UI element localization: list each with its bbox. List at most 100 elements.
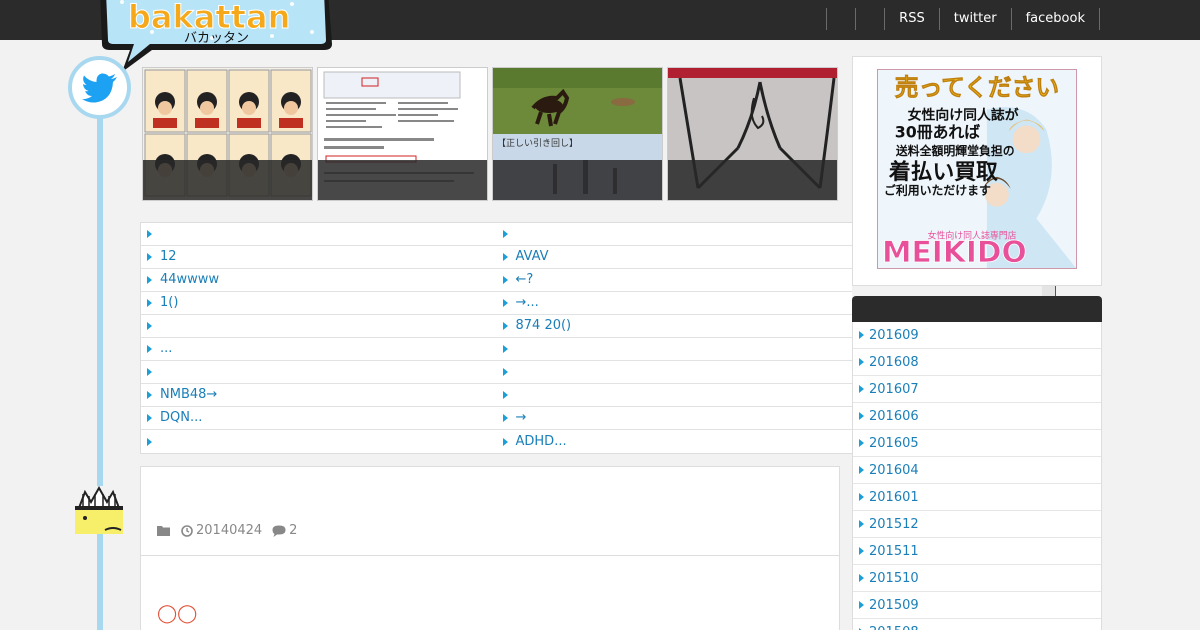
archive-item[interactable]: 201605 xyxy=(853,430,1101,457)
related-link[interactable]: 874 20() xyxy=(497,315,853,337)
sidebar-ad-box: 売ってください 女性向け同人誌が 30冊あれば 送料全額明輝堂負担の 着払い買取… xyxy=(852,56,1102,286)
triangle-bullet-icon xyxy=(502,345,508,353)
triangle-bullet-icon xyxy=(502,414,508,422)
triangle-bullet-icon xyxy=(502,437,508,446)
related-link[interactable]: ←? xyxy=(497,269,853,291)
thumb-caption-text: 【正しい引き回し】 xyxy=(497,138,578,149)
related-link[interactable] xyxy=(141,315,497,337)
site-logo[interactable]: bakattan バカッタン xyxy=(92,0,336,72)
triangle-bullet-icon xyxy=(859,412,864,420)
twitter-bird-icon xyxy=(81,72,117,103)
triangle-bullet-icon xyxy=(859,439,864,447)
table-row: 12 AVAV xyxy=(141,246,852,269)
related-link[interactable] xyxy=(497,338,853,360)
archive-item[interactable]: 201609 xyxy=(853,322,1101,349)
post-date-text: 20140424 xyxy=(196,523,263,538)
related-link[interactable]: AVAV xyxy=(497,246,853,268)
gallery-thumb-2[interactable] xyxy=(317,67,488,201)
triangle-bullet-icon xyxy=(502,299,508,307)
gallery-thumb-1[interactable] xyxy=(142,67,313,201)
related-link[interactable]: →... xyxy=(497,292,853,314)
triangle-bullet-icon xyxy=(147,276,152,284)
archive-item[interactable]: 201607 xyxy=(853,376,1101,403)
table-row: 1() →... xyxy=(141,292,852,315)
triangle-bullet-icon xyxy=(859,601,864,609)
triangle-bullet-icon xyxy=(147,437,152,446)
triangle-bullet-icon xyxy=(859,466,864,474)
twitter-badge[interactable] xyxy=(68,56,131,119)
related-link[interactable]: ... xyxy=(141,338,497,360)
nav-facebook[interactable]: facebook xyxy=(1010,8,1100,30)
article-card: 20140424 2 ◯◯ xyxy=(140,466,840,630)
comment-count[interactable]: 2 xyxy=(272,523,297,538)
triangle-bullet-icon xyxy=(147,368,152,376)
triangle-bullet-icon xyxy=(502,276,508,284)
triangle-bullet-icon xyxy=(502,322,508,330)
thumb-caption-overlay xyxy=(668,160,837,200)
related-link[interactable]: 44wwww xyxy=(141,269,497,291)
article-meta: 20140424 2 xyxy=(157,523,297,538)
table-row: NMB48→ xyxy=(141,384,852,407)
triangle-bullet-icon xyxy=(147,414,152,422)
related-link[interactable] xyxy=(497,384,853,406)
thumb-caption-overlay xyxy=(493,160,662,200)
gallery-thumb-4[interactable] xyxy=(667,67,838,201)
archive-list: 201609 201608 201607 201606 201605 20160… xyxy=(852,322,1102,630)
triangle-bullet-icon xyxy=(147,391,152,399)
ad-line-5: 着払い買取 xyxy=(888,159,998,185)
ad-line-4: 送料全額明輝堂負担の xyxy=(895,144,1015,158)
archive-item[interactable]: 201601 xyxy=(853,484,1101,511)
author-avatar xyxy=(75,486,123,534)
triangle-bullet-icon xyxy=(859,520,864,528)
nav-rss[interactable]: RSS xyxy=(884,8,939,30)
table-row xyxy=(141,361,852,384)
related-link[interactable] xyxy=(497,361,853,383)
archive-item[interactable]: 201511 xyxy=(853,538,1101,565)
archive-item[interactable]: 201604 xyxy=(853,457,1101,484)
triangle-bullet-icon xyxy=(502,230,508,238)
related-link[interactable]: NMB48→ xyxy=(141,384,497,406)
archive-item[interactable]: 201510 xyxy=(853,565,1101,592)
triangle-bullet-icon xyxy=(502,253,508,261)
nav-twitter[interactable]: twitter xyxy=(938,8,1011,30)
archive-item[interactable]: 201508 xyxy=(853,619,1101,630)
ad-line-3: 30冊あれば xyxy=(895,122,981,141)
archive-item[interactable]: 201606 xyxy=(853,403,1101,430)
comment-count-text: 2 xyxy=(289,523,298,538)
table-row: ... xyxy=(141,338,852,361)
triangle-bullet-icon xyxy=(147,230,152,238)
related-link[interactable]: ADHD... xyxy=(497,430,853,453)
archive-item[interactable]: 201509 xyxy=(853,592,1101,619)
related-link[interactable]: 1() xyxy=(141,292,497,314)
timeline-line xyxy=(97,110,103,630)
related-link[interactable] xyxy=(141,430,497,453)
triangle-bullet-icon xyxy=(859,493,864,501)
table-row: 874 20() xyxy=(141,315,852,338)
triangle-bullet-icon xyxy=(147,299,152,307)
article-divider xyxy=(141,555,839,556)
triangle-bullet-icon xyxy=(502,368,508,376)
related-link[interactable] xyxy=(141,361,497,383)
table-row: 44wwww ←? xyxy=(141,269,852,292)
meikido-banner-ad[interactable]: 売ってください 女性向け同人誌が 30冊あれば 送料全額明輝堂負担の 着払い買取… xyxy=(877,69,1077,269)
featured-gallery: 【正しい引き回し】 xyxy=(142,67,839,201)
archive-item[interactable]: 201608 xyxy=(853,349,1101,376)
triangle-bullet-icon xyxy=(859,547,864,555)
related-link[interactable]: 12 xyxy=(141,246,497,268)
ad-line-2: 女性向け同人誌が xyxy=(908,107,1019,124)
triangle-bullet-icon xyxy=(859,331,864,339)
related-link[interactable]: → xyxy=(497,407,853,429)
archive-item[interactable]: 201512 xyxy=(853,511,1101,538)
comment-icon xyxy=(272,525,286,537)
related-link[interactable] xyxy=(497,223,853,245)
related-link[interactable] xyxy=(141,223,497,245)
ad-brand-sub: 女性向け同人誌専門店 xyxy=(928,229,1017,241)
table-row: ADHD... xyxy=(141,430,852,453)
ad-line-1: 売ってください xyxy=(895,74,1059,102)
gallery-thumb-3[interactable]: 【正しい引き回し】 xyxy=(492,67,663,201)
triangle-bullet-icon xyxy=(859,358,864,366)
related-link[interactable]: DQN... xyxy=(141,407,497,429)
category-link[interactable] xyxy=(157,525,171,536)
triangle-bullet-icon xyxy=(859,385,864,393)
nav-separator xyxy=(855,8,884,30)
